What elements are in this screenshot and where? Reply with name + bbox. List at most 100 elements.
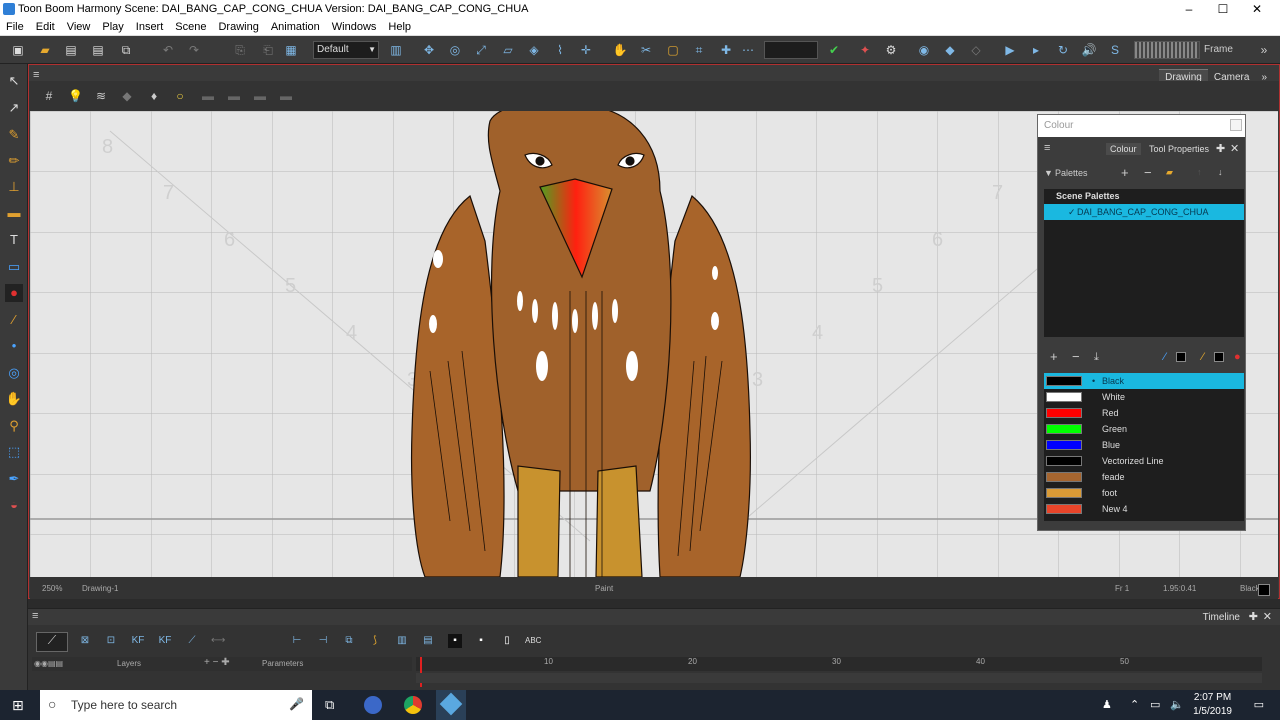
bulb-outline-icon[interactable]: ○	[173, 89, 187, 103]
import-icon[interactable]: ⧉	[118, 42, 134, 58]
eraser-tool-icon[interactable]: ▬	[5, 204, 23, 222]
swatch-row[interactable]: Red	[1044, 405, 1244, 421]
brush-mode-icon[interactable]: ✔	[826, 42, 842, 58]
menu-help[interactable]: Help	[382, 18, 417, 36]
transform-tool-icon[interactable]: ⚲	[5, 417, 23, 435]
stop-motion-icon[interactable]: ⟷	[211, 634, 225, 648]
windows-start-icon[interactable]: ⊞	[12, 697, 24, 714]
remove-frame-icon[interactable]: ⊣	[316, 634, 330, 648]
contour-editor-tool-icon[interactable]: ↗	[5, 99, 23, 117]
mask-icon[interactable]: ▬	[201, 89, 215, 103]
spline-icon[interactable]: ⌇	[552, 42, 568, 58]
flatten-icon[interactable]: ▬	[227, 89, 241, 103]
zoom-tool-icon[interactable]: ◎	[5, 364, 23, 382]
mark-breakdown-icon[interactable]: ▪	[474, 634, 488, 648]
move-up-icon[interactable]: ↑	[1197, 167, 1202, 177]
set-keyframe-icon[interactable]: KF	[131, 634, 145, 648]
close-tab-icon[interactable]: ✕	[1230, 142, 1239, 155]
redo-icon[interactable]: ↷	[186, 42, 202, 58]
light-bulb-icon[interactable]: 💡	[68, 89, 83, 103]
taskbar-clock[interactable]: 2:07 PM 1/5/2019	[1193, 691, 1232, 719]
menu-view[interactable]: View	[61, 18, 97, 36]
animate-icon[interactable]: ◈	[526, 42, 542, 58]
panel-menu-icon[interactable]: ≡	[1044, 142, 1050, 154]
swatch-row[interactable]: feade	[1044, 469, 1244, 485]
sound-scrubbing-icon[interactable]: S	[1107, 42, 1123, 58]
onion-icon[interactable]: ≋	[94, 89, 108, 103]
bounding-box-icon[interactable]: ▢	[665, 42, 681, 58]
hand-icon[interactable]: ✋	[612, 42, 628, 58]
light-table-view-icon[interactable]: ♦	[147, 89, 161, 103]
menu-file[interactable]: File	[0, 18, 30, 36]
transform-icon[interactable]: ✥	[421, 42, 437, 58]
dropper-tool-icon[interactable]: •	[5, 337, 23, 355]
ease-icon[interactable]: ⟆	[368, 634, 382, 648]
people-icon[interactable]: ♟	[1102, 698, 1112, 711]
menu-windows[interactable]: Windows	[326, 18, 383, 36]
swatch-row[interactable]: Vectorized Line	[1044, 453, 1244, 469]
pivot-icon[interactable]: ◎	[447, 42, 463, 58]
layers-toggle-icon[interactable]: ◆	[942, 42, 958, 58]
swatch-row[interactable]: • Black	[1044, 373, 1244, 389]
ink-tool-icon[interactable]: ⁄	[5, 311, 23, 329]
paint-icon[interactable]: ●	[1234, 351, 1241, 363]
save-as-icon[interactable]: ▤	[90, 42, 106, 58]
motion-keyframe-icon[interactable]: ⟋	[185, 634, 199, 648]
play-icon[interactable]: ▶	[1002, 42, 1018, 58]
notifications-icon[interactable]: ▭	[1254, 698, 1264, 711]
expand-icon[interactable]: ⧉	[342, 634, 356, 648]
add-keyframe-icon[interactable]: ✚	[718, 42, 734, 58]
reset-view-icon[interactable]: ▬	[253, 89, 267, 103]
insert-frame-icon[interactable]: ⊢	[290, 634, 304, 648]
menu-edit[interactable]: Edit	[30, 18, 61, 36]
menu-insert[interactable]: Insert	[130, 18, 170, 36]
add-palette-icon[interactable]: +	[1121, 165, 1129, 180]
rotate-icon[interactable]: ✛	[578, 42, 594, 58]
extend-exposure-icon[interactable]: ▥	[395, 634, 409, 648]
light-table-icon[interactable]: ◉	[916, 42, 932, 58]
folder-icon[interactable]: ▰	[1166, 167, 1173, 178]
undo-icon[interactable]: ↶	[160, 42, 176, 58]
workspace-manager-icon[interactable]: ▥	[388, 42, 404, 58]
add-layer-icon[interactable]: + − ✚	[204, 657, 230, 668]
swatch-row[interactable]: New 4	[1044, 501, 1244, 517]
increase-exposure-icon[interactable]: ▤	[421, 634, 435, 648]
color-picker-icon[interactable]: ✦	[857, 42, 873, 58]
maximize-button[interactable]: ☐	[1206, 0, 1240, 18]
scale-icon[interactable]: ⤢	[473, 42, 489, 58]
tab-colour[interactable]: Colour	[1106, 143, 1141, 155]
taskbar-search[interactable]: ○ Type here to search 🎤	[40, 690, 312, 720]
perspective-icon[interactable]: ◇	[968, 42, 984, 58]
hand-tool-icon[interactable]: ✋	[5, 390, 23, 408]
dropper-icon[interactable]: ⁄	[1164, 351, 1166, 363]
close-tab-icon[interactable]: ✕	[1263, 610, 1272, 623]
save-icon[interactable]: ▤	[63, 42, 79, 58]
reset-rotation-icon[interactable]: ▬	[279, 89, 293, 103]
menu-scene[interactable]: Scene	[169, 18, 212, 36]
network-icon[interactable]: ▭	[1150, 698, 1160, 711]
sound-icon[interactable]: 🔊	[1081, 42, 1097, 58]
app-taskbar-icon[interactable]	[364, 696, 382, 714]
clear-keyframe-icon[interactable]: KF	[158, 634, 172, 648]
brush-color-icon[interactable]: ⁄	[1202, 351, 1204, 363]
open-folder-icon[interactable]: ▰	[37, 42, 53, 58]
delete-keyframe-icon[interactable]: ⊡	[104, 634, 118, 648]
skew-icon[interactable]: ▱	[500, 42, 516, 58]
add-view-icon[interactable]: ✚	[1216, 142, 1225, 155]
library-icon[interactable]: ▦	[283, 42, 299, 58]
task-view-icon[interactable]: ⧉	[325, 697, 334, 713]
gear-icon[interactable]: ⚙	[883, 42, 899, 58]
cut-icon[interactable]: ✂	[638, 42, 654, 58]
tab-timeline[interactable]: Timeline	[1203, 612, 1240, 623]
rectangle-tool-icon[interactable]: ▭	[5, 258, 23, 276]
view-menu-icon[interactable]: ≡	[33, 69, 39, 81]
layer-toggle-icons[interactable]: ◉◉▤▤	[34, 659, 63, 668]
volume-icon[interactable]: 🔈	[1170, 698, 1184, 711]
timeline-ruler[interactable]: 10 20 30 40 50	[416, 657, 1262, 687]
loop-icon[interactable]: ↻	[1055, 42, 1071, 58]
mark-inbetween-icon[interactable]: ▯	[500, 634, 514, 648]
pencil-tool-icon[interactable]: ✏	[5, 152, 23, 170]
add-keyframe-icon[interactable]: ⊠	[78, 634, 92, 648]
cutter-tool-icon[interactable]: ⬚	[5, 443, 23, 461]
new-scene-icon[interactable]: ▣	[10, 42, 26, 58]
